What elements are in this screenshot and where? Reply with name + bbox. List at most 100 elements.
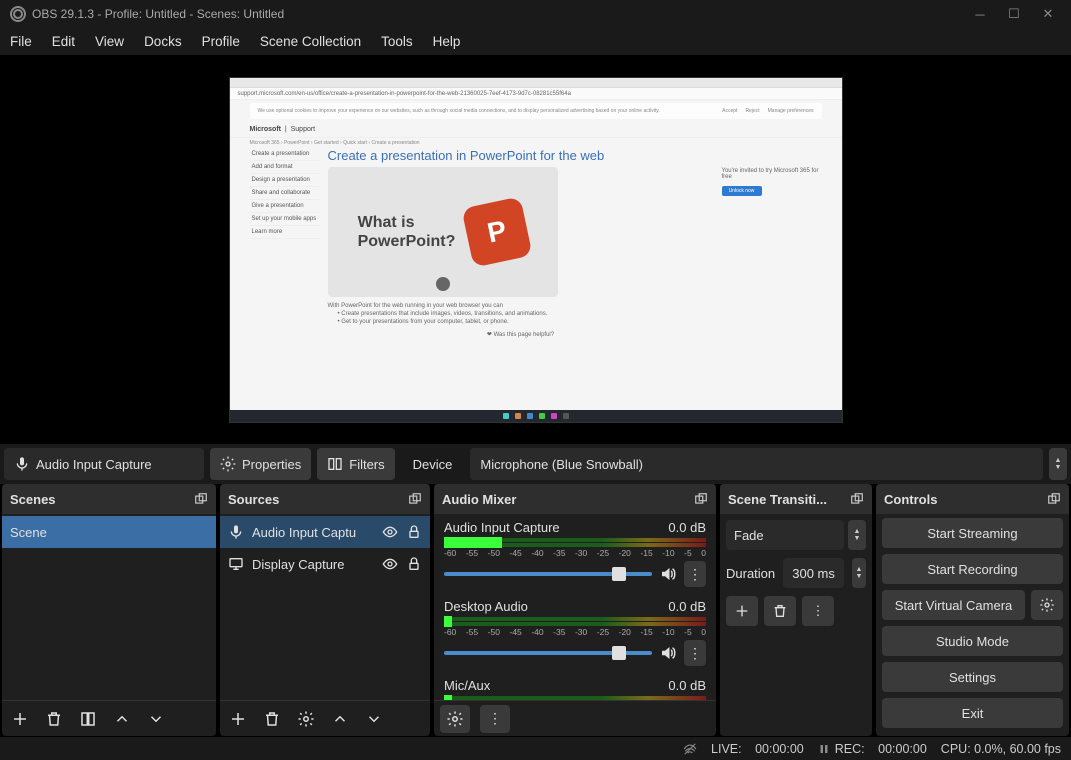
scenes-footer [2, 700, 216, 736]
exit-button[interactable]: Exit [882, 698, 1063, 728]
volume-slider[interactable] [444, 572, 652, 576]
network-status [683, 742, 697, 756]
remove-source-button[interactable] [260, 707, 284, 731]
mixer-menu-button[interactable]: ⋮ [480, 705, 510, 733]
menu-edit[interactable]: Edit [52, 34, 75, 49]
monitor-icon [228, 556, 244, 572]
add-scene-button[interactable] [8, 707, 32, 731]
audio-meter [444, 622, 706, 626]
titlebar: OBS 29.1.3 - Profile: Untitled - Scenes:… [0, 0, 1071, 28]
transitions-header[interactable]: Scene Transiti... [720, 484, 872, 514]
mixer-settings-button[interactable] [440, 705, 470, 733]
scenes-header[interactable]: Scenes [2, 484, 216, 514]
selected-source-indicator: Audio Input Capture [4, 448, 204, 480]
mixer-channel: Mic/Aux0.0 dB -60-55-50-45-40-35-30-25-2… [434, 674, 716, 700]
pause-icon [818, 743, 830, 755]
popout-icon[interactable] [408, 492, 422, 506]
filters-button[interactable]: Filters [317, 448, 394, 480]
mic-icon [14, 456, 30, 472]
move-scene-down-button[interactable] [144, 707, 168, 731]
minimize-button[interactable]: ─ [973, 7, 987, 21]
add-source-button[interactable] [226, 707, 250, 731]
preview-content: support.microsoft.com/en-us/office/creat… [229, 77, 843, 423]
preview-area[interactable]: support.microsoft.com/en-us/office/creat… [0, 56, 1071, 444]
settings-button[interactable]: Settings [882, 662, 1063, 692]
transition-spinner[interactable]: ▲▼ [848, 520, 866, 550]
rec-status: REC: 00:00:00 [818, 742, 927, 756]
controls-panel: Controls Start Streaming Start Recording… [876, 484, 1069, 736]
menu-docks[interactable]: Docks [144, 34, 182, 49]
statusbar: LIVE: 00:00:00 REC: 00:00:00 CPU: 0.0%, … [0, 736, 1071, 760]
sources-header[interactable]: Sources [220, 484, 430, 514]
meter-ticks: -60-55-50-45-40-35-30-25-20-15-10-50 [444, 627, 706, 637]
transition-select[interactable]: Fade [726, 520, 844, 550]
eye-icon[interactable] [382, 524, 398, 540]
selected-source-label: Audio Input Capture [36, 457, 152, 472]
duration-spinner[interactable]: ▲▼ [852, 558, 866, 588]
move-source-down-button[interactable] [362, 707, 386, 731]
controls-header[interactable]: Controls [876, 484, 1069, 514]
duration-label: Duration [726, 566, 775, 581]
window-title: OBS 29.1.3 - Profile: Untitled - Scenes:… [32, 7, 973, 21]
popout-icon[interactable] [194, 492, 208, 506]
channel-name: Audio Input Capture [444, 520, 560, 535]
meter-ticks: -60-55-50-45-40-35-30-25-20-15-10-50 [444, 548, 706, 558]
eye-icon[interactable] [382, 556, 398, 572]
source-item-audio-input[interactable]: Audio Input Captu [220, 516, 430, 548]
channel-menu-button[interactable]: ⋮ [684, 561, 706, 587]
source-item-display-capture[interactable]: Display Capture [220, 548, 430, 580]
add-transition-button[interactable] [726, 596, 758, 626]
lock-icon[interactable] [406, 524, 422, 540]
scenes-panel: Scenes Scene [2, 484, 216, 736]
duration-input[interactable]: 300 ms [783, 558, 844, 588]
mixer-channel: Audio Input Capture0.0 dB -60-55-50-45-4… [434, 516, 716, 595]
popout-icon[interactable] [694, 492, 708, 506]
move-scene-up-button[interactable] [110, 707, 134, 731]
obs-logo-icon [10, 6, 26, 22]
gear-icon [220, 456, 236, 472]
popout-icon[interactable] [850, 492, 864, 506]
chevron-down-icon: ▼ [1055, 464, 1062, 471]
scene-item[interactable]: Scene [2, 516, 216, 548]
start-streaming-button[interactable]: Start Streaming [882, 518, 1063, 548]
close-button[interactable]: ✕ [1041, 7, 1055, 21]
popout-icon[interactable] [1047, 492, 1061, 506]
mixer-header[interactable]: Audio Mixer [434, 484, 716, 514]
channel-menu-button[interactable]: ⋮ [684, 640, 706, 666]
volume-slider[interactable] [444, 651, 652, 655]
channel-name: Mic/Aux [444, 678, 490, 693]
menu-view[interactable]: View [95, 34, 124, 49]
start-recording-button[interactable]: Start Recording [882, 554, 1063, 584]
device-select[interactable]: Microphone (Blue Snowball) [470, 448, 1043, 480]
chevron-up-icon: ▲ [1055, 457, 1062, 464]
source-properties-button[interactable] [294, 707, 318, 731]
audio-meter [444, 696, 706, 700]
remove-scene-button[interactable] [42, 707, 66, 731]
audio-mixer-panel: Audio Mixer Audio Input Capture0.0 dB -6… [434, 484, 716, 736]
channel-db: 0.0 dB [668, 599, 706, 614]
speaker-icon[interactable] [658, 644, 678, 662]
menu-scene-collection[interactable]: Scene Collection [260, 34, 361, 49]
audio-meter [444, 617, 706, 621]
sources-footer [220, 700, 430, 736]
menu-profile[interactable]: Profile [202, 34, 240, 49]
channel-name: Desktop Audio [444, 599, 528, 614]
menu-tools[interactable]: Tools [381, 34, 413, 49]
speaker-icon[interactable] [658, 565, 678, 583]
mixer-channel: Desktop Audio 0.0 dB -60-55-50-45-40-35-3… [434, 595, 716, 674]
device-spinner[interactable]: ▲ ▼ [1049, 448, 1067, 480]
menu-help[interactable]: Help [433, 34, 461, 49]
menubar: File Edit View Docks Profile Scene Colle… [0, 28, 1071, 56]
move-source-up-button[interactable] [328, 707, 352, 731]
lock-icon[interactable] [406, 556, 422, 572]
virtual-camera-settings-button[interactable] [1031, 590, 1063, 620]
start-virtual-camera-button[interactable]: Start Virtual Camera [882, 590, 1025, 620]
remove-transition-button[interactable] [764, 596, 796, 626]
menu-file[interactable]: File [10, 34, 32, 49]
audio-meter [444, 543, 706, 547]
scene-filters-button[interactable] [76, 707, 100, 731]
studio-mode-button[interactable]: Studio Mode [882, 626, 1063, 656]
maximize-button[interactable]: ☐ [1007, 7, 1021, 21]
properties-button[interactable]: Properties [210, 448, 311, 480]
transition-menu-button[interactable]: ⋮ [802, 596, 834, 626]
